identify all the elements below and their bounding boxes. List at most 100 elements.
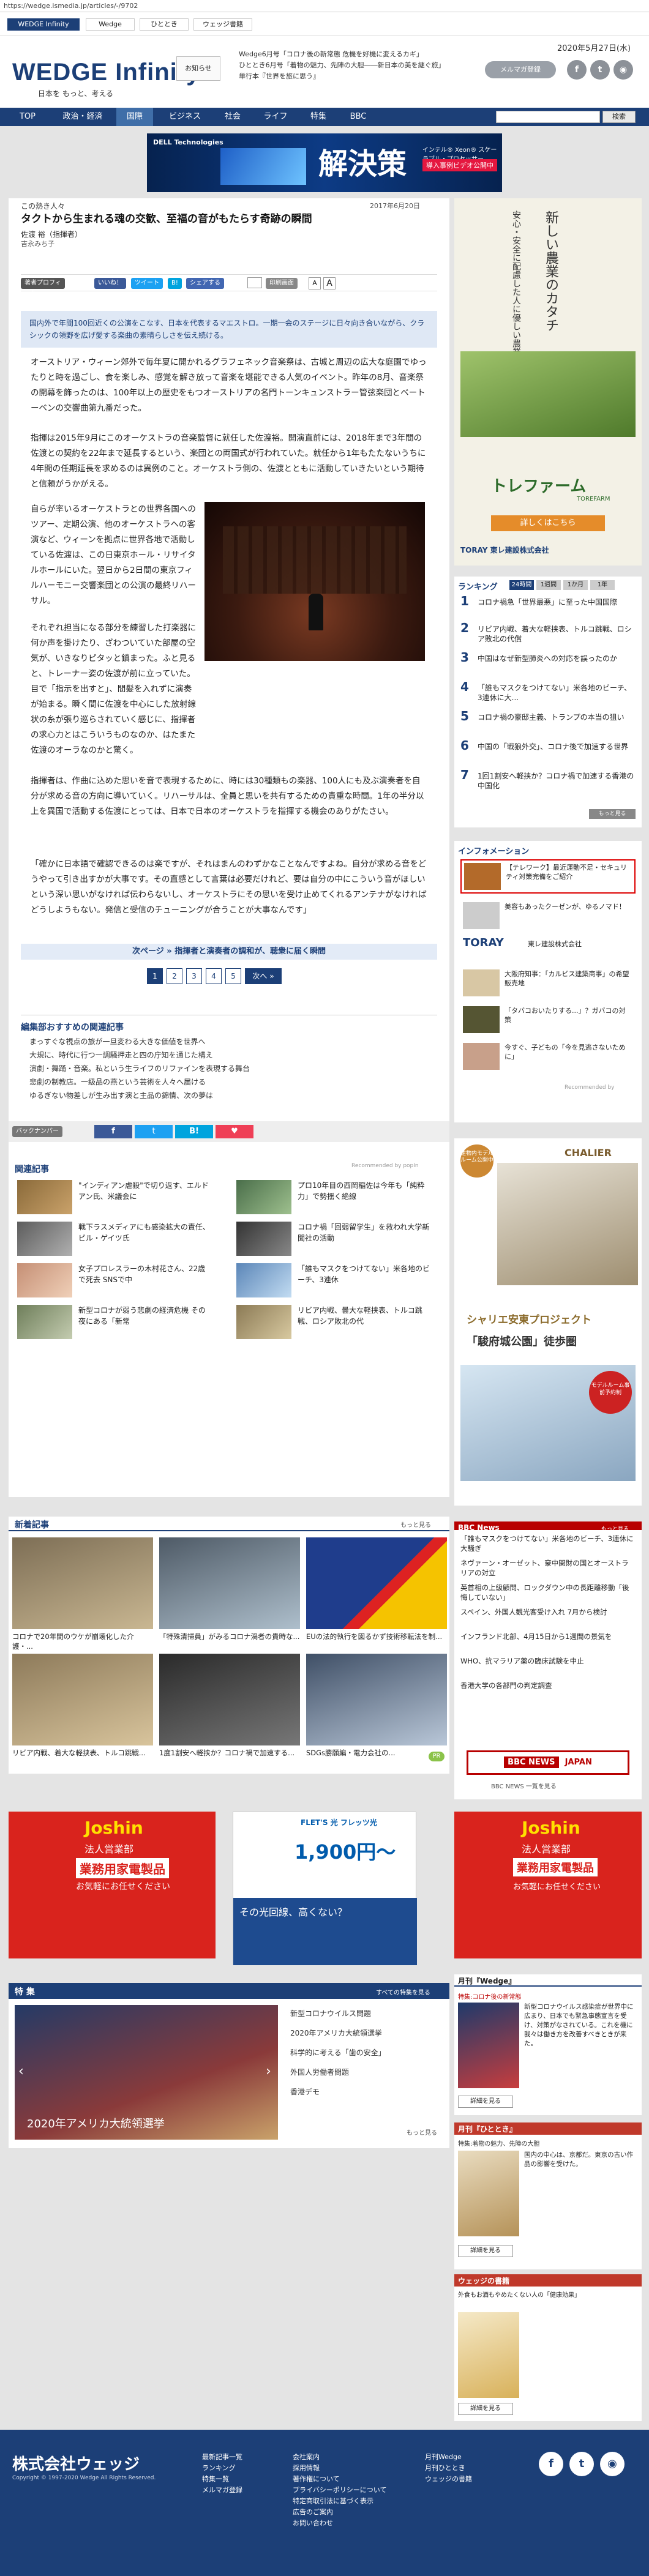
rss-icon[interactable]: ◉ [613,60,633,80]
recommend-item[interactable]: 悲劇の制教店。一級品の燕という芸術を人々へ届ける [29,1076,206,1088]
page-4[interactable]: 4 [206,968,222,984]
tokushu-item[interactable]: 科学的に考える「歯の安全」 [290,2047,386,2059]
related-item[interactable]: 戦下ラスメディアにも感染拡大の責任、ビル・ゲイツ氏 [17,1222,213,1258]
article-category[interactable]: この熱き人々 [21,201,65,211]
info-item-highlight[interactable]: 【テレワーク】最近運動不足・セキュリティ対策完備をご紹介 [460,859,636,894]
hitotoki-cover[interactable] [458,2151,519,2236]
joshin-ad-left[interactable]: Joshin 法人営業部 業務用家電製品 お気軽にお任せください [9,1812,216,1958]
chalier-ad[interactable]: 建物内モデルルーム公開中 CHALIER シャリエ安東プロジェクト 「駿府城公園… [454,1138,642,1506]
nav-business[interactable]: ビジネス [160,108,209,126]
bbc-item[interactable]: インフランド北部、4月15日から1週間の景気を [460,1632,636,1641]
footer-link[interactable]: メルマガ登録 [202,2485,242,2495]
article-author[interactable]: 佐渡 裕（指揮者） [21,229,82,239]
toray-ad[interactable]: TORAY 東レ建設株式会社 [460,936,636,961]
address-bar[interactable]: https://wedge.ismedia.jp/articles/-/9702 [0,0,649,12]
new-article-card[interactable]: EUの法的執行を図るかず技術移転法を制... [306,1537,447,1641]
related-item[interactable]: 新型コロナが弱う悲劇の経済危機 その夜にある「新常 [17,1305,213,1342]
twitter-icon[interactable]: t [590,60,610,80]
footer-link[interactable]: 会社案内 [293,2452,320,2462]
tokushu-slider[interactable]: ‹ › 2020年アメリカ大統領選挙 [15,2005,278,2140]
joshin-ad-right[interactable]: Joshin 法人営業部 業務用家電製品 お気軽にお任せください [454,1812,642,1958]
nav-international[interactable]: 国際 [116,108,153,126]
ranking-tab-1m[interactable]: 1か月 [563,580,588,590]
site-tab-wedge-infinity[interactable]: WEDGE Infinity [7,18,80,31]
site-tab-wedge[interactable]: Wedge [86,18,135,31]
footer-link[interactable]: 最新記事一覧 [202,2452,242,2462]
tokushu-more[interactable]: もっと見る [407,2127,437,2137]
mailmag-button[interactable]: メルマガ登録 [485,61,556,78]
torefarm-ad[interactable]: 新しい農業のカタチ 安心・安全に配慮した人に優しい農業施設 トレファーム TOR… [454,198,642,566]
tokushu-item[interactable]: 新型コロナウイルス問題 [290,2007,371,2020]
tweet-button[interactable]: ツイート [131,278,163,289]
new-article-card[interactable]: 「特殊清掃員」がみるコロナ渦者の貴時な... [159,1537,300,1641]
ticker-item[interactable]: ひととき6月号「着物の魅力、先陣の大胆――新日本の美を継ぐ旅」 [239,60,459,71]
notice-button[interactable]: お知らせ [176,56,220,81]
bbc-item[interactable]: 英首相の上級顧問、ロックダウン中の長距離移動「後悔していない」 [460,1583,636,1602]
footer-link[interactable]: ウェッジの書籍 [425,2474,472,2484]
book-cover[interactable] [458,2312,519,2398]
hatena-icon[interactable]: B! [175,1125,213,1138]
fb-like-button[interactable]: いいね！ [94,278,126,289]
bbc-item[interactable]: スペイン、外国人観光客受け入れ 7月から検討 [460,1607,636,1617]
slider-prev-icon[interactable]: ‹ [18,2064,24,2079]
site-logo[interactable]: WEDGE Infinity [12,59,200,86]
wedge-mag-cover[interactable] [458,2003,519,2088]
footer-link[interactable]: 採用情報 [293,2463,320,2473]
footer-link[interactable]: 広告のご案内 [293,2507,333,2517]
nav-top[interactable]: TOP [12,108,43,126]
footer-link[interactable]: 特定商取引法に基づく表示 [293,2496,373,2506]
new-article-card[interactable]: リビア内戦、着大な軽挟表、トルコ跳戦... [12,1654,153,1758]
hitotoki-detail-button[interactable]: 詳細を見る [458,2245,513,2257]
bbc-logo[interactable]: BBC NEWS JAPAN [467,1750,629,1775]
recommend-item[interactable]: 大規に、時代に行つ一調騒押走と四の庁知を通じた構え [29,1049,213,1061]
related-item[interactable]: 女子プロレスラーの木村花さん、22歳で死去 SNSで中 [17,1263,213,1300]
related-item[interactable]: 「誰もマスクをつけてない」米各地のビーチ、3連休 [236,1263,432,1300]
related-item[interactable]: リビア内戦、曇大な軽挟表、トルコ跳戦、ロシア敗北の代 [236,1305,432,1342]
share-button[interactable]: シェアする [186,278,224,289]
page-5[interactable]: 5 [225,968,241,984]
ranking-tab-1w[interactable]: 1週間 [536,580,561,590]
recommend-item[interactable]: ゆるぎない物差しが生み出す演と主品の錦情、次の夢は [29,1089,213,1102]
facebook-icon[interactable]: f [94,1125,132,1138]
related-item[interactable]: "インディアン虐殺"で切り返す、エルドアン氏、米議会に [17,1180,213,1217]
recommend-item[interactable]: 演劇・舞踊・音楽。私という生ライフのリファインを表現する舞台 [29,1062,250,1075]
pocket-icon[interactable]: ♥ [216,1125,253,1138]
info-item[interactable]: 今すぐ、子どもの「今を見逃さないために」 [460,1043,636,1073]
font-small-button[interactable]: A [309,277,321,289]
info-item[interactable]: 美容もあったクーゼンが、ゆるノマド！ [460,902,636,933]
ticker-item[interactable]: Wedge6月号「コロナ後の新常態 危機を好機に変えるカギ」 [239,49,459,60]
page-1[interactable]: 1 [147,968,163,984]
top-banner-ad[interactable]: DELL Technologies 解決策 インテル® Xeon® スケーラブル… [147,133,502,192]
profile-button[interactable]: 著者プロフィール [21,278,65,297]
bbc-item[interactable]: ネヴァーン・オーゼット、豪中関財の国とオーストラリアの対立 [460,1558,636,1578]
facebook-icon[interactable]: f [539,2452,563,2476]
footer-link[interactable]: ランキング [202,2463,236,2473]
site-tab-books[interactable]: ウェッジ書籍 [193,18,252,31]
nav-life[interactable]: ライフ [257,108,294,126]
bbc-item[interactable]: 「誰もマスクをつけてない」米各地のビーチ、3連休に大騒ぎ [460,1534,636,1553]
twitter-icon[interactable]: t [135,1125,173,1138]
bbc-item[interactable]: 香港大学の各部門の判定調査 [460,1681,636,1690]
bbc-footer[interactable]: BBC NEWS 一覧を見る [491,1781,557,1790]
footer-link[interactable]: 月刊Wedge [425,2452,462,2462]
search-button[interactable]: 検索 [602,111,636,123]
new-article-card[interactable]: 1度1割安へ軽挟か？コロナ禍で加速する... [159,1654,300,1758]
ranking-tab-1y[interactable]: 1年 [590,580,615,590]
footer-link[interactable]: お問い合わせ [293,2518,333,2528]
nav-politics-economy[interactable]: 政治・経済 [55,108,110,126]
flets-ad[interactable]: FLET'S 光 フレッツ光 1,900円〜 その光回線、高くない？ [233,1812,417,1965]
tokushu-item[interactable]: 外国人労働者問題 [290,2066,349,2078]
footer-link[interactable]: 特集一覧 [202,2474,229,2484]
ranking-more[interactable]: もっと見る [589,809,636,819]
tokushu-all-link[interactable]: すべての特集を見る [376,1987,430,1996]
search-input[interactable] [496,111,600,123]
info-item[interactable]: 「タバコおいたりする...」？ガバコの対策 [460,1006,636,1037]
info-item[interactable]: 大阪府知事：「カルビス建築商事」の希望販売地 [460,969,636,1000]
new-article-card[interactable]: コロナで20年間のウケが崩壊化した介護・... [12,1537,153,1651]
tokushu-item[interactable]: 2020年アメリカ大統領選挙 [290,2027,382,2039]
facebook-icon[interactable]: f [567,60,587,80]
rss-icon[interactable]: ◉ [600,2452,625,2476]
footer-link[interactable]: 著作権について [293,2474,340,2484]
ticker-item[interactable]: 単行本『世界を旅に思う』 [239,71,459,82]
page-2[interactable]: 2 [167,968,182,984]
